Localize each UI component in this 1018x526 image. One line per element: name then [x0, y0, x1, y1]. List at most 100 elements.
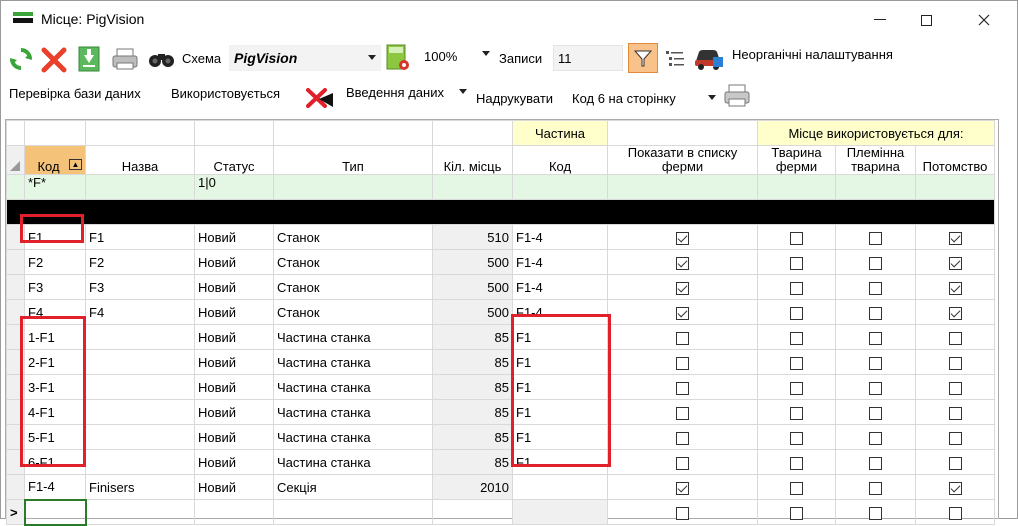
column-settings-icon[interactable]: [665, 49, 687, 69]
checkbox-breeding-animal[interactable]: [869, 456, 882, 470]
checkbox-offspring[interactable]: [948, 356, 962, 370]
cell-code[interactable]: F3: [24, 274, 86, 300]
cell-status[interactable]: Новий: [194, 449, 274, 475]
cell-status[interactable]: Новий: [194, 299, 274, 325]
checkbox-farm-animal[interactable]: [790, 381, 803, 395]
checkbox-farm-animal[interactable]: [790, 231, 803, 245]
checkbox-breeding-animal[interactable]: [869, 281, 882, 295]
cell-part-code[interactable]: [512, 474, 608, 500]
close-window-button[interactable]: [961, 1, 1007, 39]
refresh-icon[interactable]: [9, 47, 33, 71]
filter-breeding-input[interactable]: [835, 174, 916, 200]
cell-places[interactable]: 510: [432, 224, 513, 250]
checkbox-farm-animal[interactable]: [790, 331, 803, 345]
filter-status-input[interactable]: 1|0: [194, 174, 274, 200]
in-use-button[interactable]: Використовується: [171, 86, 280, 101]
cell-places[interactable]: 85: [432, 324, 513, 350]
cell-name[interactable]: F1: [85, 224, 195, 250]
schema-dropdown[interactable]: PigVision: [229, 45, 381, 71]
maximize-button[interactable]: [903, 1, 949, 39]
column-header-places[interactable]: Кіл. місць: [432, 145, 513, 175]
checkbox-show-in-list[interactable]: [676, 506, 689, 520]
column-header-show-in-list[interactable]: Показати в списку ферми: [607, 145, 758, 175]
cell-places[interactable]: 2010: [432, 474, 513, 500]
checkbox-show-in-list[interactable]: [676, 381, 689, 395]
filter-code-input[interactable]: *F*: [24, 174, 86, 200]
new-row-cell[interactable]: [273, 499, 433, 525]
checkbox-show-in-list[interactable]: [676, 306, 689, 320]
table-row[interactable]: 2-F1 Новий Частина станка 85 F1: [6, 349, 995, 375]
cell-status[interactable]: Новий: [194, 324, 274, 350]
checkbox-offspring[interactable]: [948, 231, 962, 245]
checkbox-breeding-animal[interactable]: [869, 506, 882, 520]
table-row[interactable]: 5-F1 Новий Частина станка 85 F1: [6, 424, 995, 450]
cell-name[interactable]: Finisers: [85, 474, 195, 500]
new-row-cell[interactable]: [432, 499, 513, 525]
advanced-settings-icon[interactable]: [693, 45, 725, 71]
cell-part-code[interactable]: F1-4: [512, 249, 608, 275]
checkbox-show-in-list[interactable]: [676, 431, 689, 445]
cell-status[interactable]: Новий: [194, 399, 274, 425]
filter-show-input[interactable]: [607, 174, 758, 200]
cell-name[interactable]: [85, 349, 195, 375]
cell-type[interactable]: Станок: [273, 274, 433, 300]
column-header-part-code[interactable]: Код: [512, 145, 608, 175]
new-row-cell[interactable]: [194, 499, 274, 525]
filter-button[interactable]: [628, 43, 658, 73]
cell-places[interactable]: 85: [432, 449, 513, 475]
cell-places[interactable]: 85: [432, 374, 513, 400]
new-record-row[interactable]: >: [6, 498, 995, 526]
checkbox-offspring[interactable]: [948, 406, 962, 420]
checkbox-show-in-list[interactable]: [676, 481, 689, 495]
cell-name[interactable]: [85, 449, 195, 475]
filter-name-input[interactable]: [85, 174, 195, 200]
cell-type[interactable]: Частина станка: [273, 424, 433, 450]
table-row[interactable]: 6-F1 Новий Частина станка 85 F1: [6, 449, 995, 475]
column-header-name[interactable]: Назва: [85, 145, 195, 175]
checkbox-farm-animal[interactable]: [790, 306, 803, 320]
checkbox-show-in-list[interactable]: [676, 331, 689, 345]
unlimited-settings-label[interactable]: Неорганічні налаштування: [732, 47, 893, 62]
cell-status[interactable]: Новий: [194, 224, 274, 250]
cell-name[interactable]: F4: [85, 299, 195, 325]
checkbox-offspring[interactable]: [948, 456, 962, 470]
checkbox-show-in-list[interactable]: [676, 456, 689, 470]
checkbox-breeding-animal[interactable]: [869, 356, 882, 370]
data-entry-menu[interactable]: Введення даних: [346, 85, 444, 100]
cell-part-code[interactable]: F1-4: [512, 274, 608, 300]
cell-type[interactable]: Частина станка: [273, 449, 433, 475]
cell-type[interactable]: Станок: [273, 249, 433, 275]
column-header-breeding-animal[interactable]: Племінна тварина: [835, 145, 916, 175]
checkbox-farm-animal[interactable]: [790, 406, 803, 420]
records-input[interactable]: 11: [553, 45, 623, 71]
cell-name[interactable]: F2: [85, 249, 195, 275]
checkbox-offspring[interactable]: [948, 256, 962, 270]
cell-name[interactable]: [85, 324, 195, 350]
minimize-button[interactable]: [857, 1, 903, 39]
checkbox-show-in-list[interactable]: [676, 406, 689, 420]
checkbox-offspring[interactable]: [948, 306, 962, 320]
cell-status[interactable]: Новий: [194, 474, 274, 500]
filter-part-input[interactable]: [512, 174, 608, 200]
checkbox-breeding-animal[interactable]: [869, 381, 882, 395]
column-header-farm-animal[interactable]: Тварина ферми: [757, 145, 836, 175]
cell-code[interactable]: F1-4: [24, 474, 86, 500]
cell-places[interactable]: 500: [432, 299, 513, 325]
table-row[interactable]: F4 F4 Новий Станок 500 F1-4: [6, 299, 995, 325]
column-header-type[interactable]: Тип: [273, 145, 433, 175]
checkbox-show-in-list[interactable]: [676, 356, 689, 370]
filter-farm-input[interactable]: [757, 174, 836, 200]
checkbox-breeding-animal[interactable]: [869, 481, 882, 495]
checkbox-breeding-animal[interactable]: [869, 331, 882, 345]
checkbox-offspring[interactable]: [948, 506, 962, 520]
cell-type[interactable]: Частина станка: [273, 349, 433, 375]
delete-icon[interactable]: [41, 47, 67, 73]
table-row[interactable]: F1 F1 Новий Станок 510 F1-4: [6, 224, 995, 250]
checkbox-show-in-list[interactable]: [676, 281, 689, 295]
checkbox-farm-animal[interactable]: [790, 506, 803, 520]
cell-status[interactable]: Новий: [194, 274, 274, 300]
cell-status[interactable]: Новий: [194, 424, 274, 450]
cell-name[interactable]: [85, 399, 195, 425]
cell-status[interactable]: Новий: [194, 374, 274, 400]
cell-name[interactable]: [85, 374, 195, 400]
